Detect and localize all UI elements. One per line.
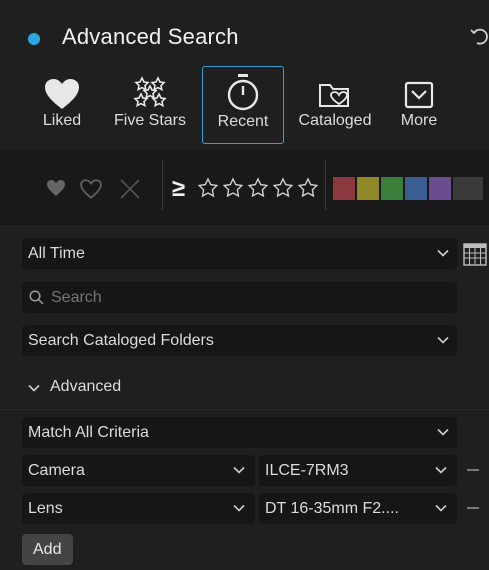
reject-x-icon[interactable] [119, 178, 141, 200]
chevron-down-icon [28, 384, 40, 392]
preset-recent-button[interactable]: Recent [202, 66, 284, 144]
criteria-value-select[interactable]: DT 16-35mm F2.... [259, 493, 457, 524]
time-range-select[interactable]: All Time [22, 238, 457, 269]
criteria-value-select[interactable]: ILCE-7RM3 [259, 455, 457, 486]
panel-header: Advanced Search [0, 0, 489, 74]
scope-select[interactable]: Search Cataloged Folders [22, 325, 457, 356]
rating-operator[interactable]: ≥ [172, 175, 185, 203]
filter-separator [325, 160, 326, 210]
chevron-down-icon [437, 336, 449, 344]
chevron-down-box-icon [404, 81, 434, 109]
match-criteria-select[interactable]: Match All Criteria [22, 417, 457, 448]
search-field[interactable] [22, 282, 457, 313]
criteria-field-value: Lens [28, 500, 63, 517]
preset-label: Liked [42, 112, 82, 129]
star-outline-icon[interactable] [197, 177, 325, 201]
remove-criteria-button[interactable] [467, 507, 479, 509]
color-label-red[interactable] [333, 177, 355, 200]
section-divider [0, 226, 489, 227]
heart-outline-icon[interactable] [80, 179, 102, 199]
five-stars-icon [133, 76, 167, 108]
criteria-field-select[interactable]: Lens [22, 493, 255, 524]
rating-stars[interactable] [197, 177, 325, 201]
stopwatch-icon [227, 74, 259, 111]
add-label: Add [33, 541, 62, 558]
section-divider [0, 409, 489, 410]
color-label-blue[interactable] [405, 177, 427, 200]
criteria-value: DT 16-35mm F2.... [265, 500, 399, 517]
preset-cataloged-button[interactable]: Cataloged [292, 66, 378, 142]
preset-liked-button[interactable]: Liked [30, 66, 94, 142]
search-input[interactable] [49, 286, 453, 310]
color-label-purple[interactable] [429, 177, 451, 200]
chevron-down-icon [437, 249, 449, 257]
color-label-none[interactable] [453, 177, 483, 200]
chevron-down-icon [233, 504, 245, 512]
preset-more-button[interactable]: More [392, 66, 446, 142]
criteria-field-value: Camera [28, 462, 85, 479]
calendar-icon[interactable] [463, 242, 487, 266]
preset-label: Cataloged [298, 112, 372, 129]
chevron-down-icon [435, 504, 447, 512]
criteria-field-select[interactable]: Camera [22, 455, 255, 486]
heart-filled-icon[interactable] [46, 179, 66, 197]
color-label-green[interactable] [381, 177, 403, 200]
time-range-value: All Time [28, 245, 85, 262]
filter-separator [162, 160, 163, 210]
remove-criteria-button[interactable] [467, 469, 479, 471]
color-label-yellow[interactable] [357, 177, 379, 200]
preset-label: More [400, 112, 438, 129]
advanced-label: Advanced [50, 378, 122, 395]
criteria-value: ILCE-7RM3 [265, 462, 349, 479]
chevron-down-icon [435, 466, 447, 474]
add-criteria-button[interactable]: Add [22, 534, 73, 565]
advanced-toggle[interactable]: Advanced [28, 376, 228, 400]
status-dot [28, 33, 40, 45]
chevron-down-icon [437, 428, 449, 436]
undo-icon[interactable] [468, 24, 489, 48]
match-criteria-value: Match All Criteria [28, 424, 149, 441]
panel-title: Advanced Search [62, 24, 239, 49]
search-icon [29, 290, 44, 305]
preset-label: Five Stars [113, 112, 186, 129]
folder-heart-icon [319, 84, 349, 107]
scope-value: Search Cataloged Folders [28, 332, 214, 349]
heart-icon [45, 79, 79, 109]
preset-bar: Liked Five Stars Recent Cataloged More [0, 66, 489, 146]
chevron-down-icon [233, 466, 245, 474]
preset-label: Recent [217, 113, 269, 130]
preset-five-stars-button[interactable]: Five Stars [108, 66, 192, 142]
